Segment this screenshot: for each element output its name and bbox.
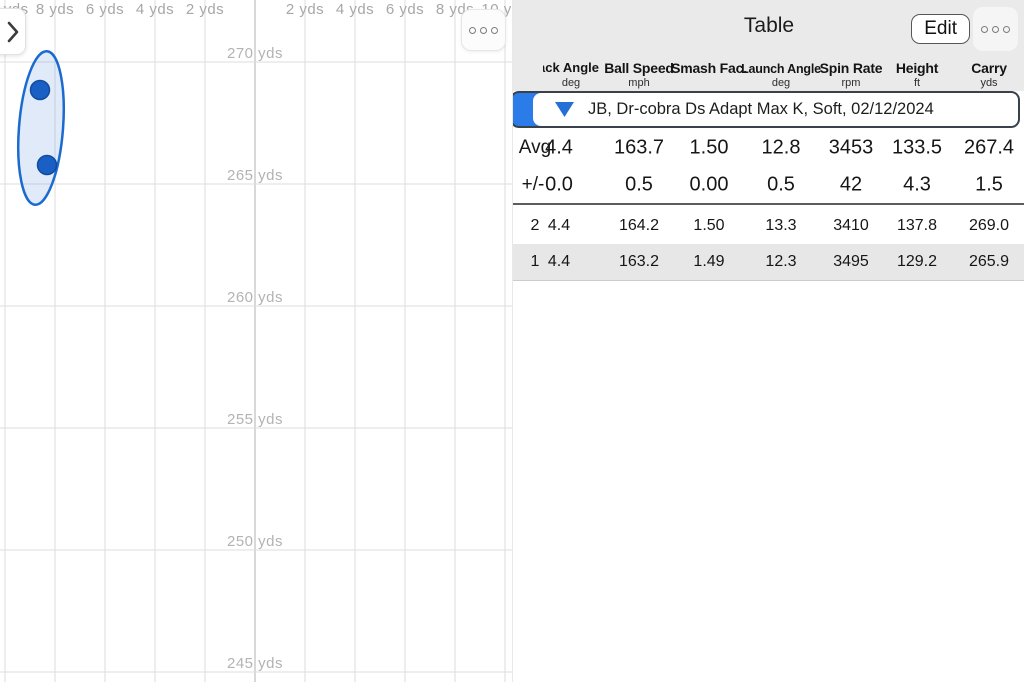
dispersion-chart-canvas — [0, 0, 512, 682]
ellipsis-icon — [1003, 26, 1010, 33]
edit-button[interactable]: Edit — [911, 14, 970, 44]
launch-monitor-app: 10 yds 8 yds 6 yds 4 yds 2 yds 2 yds 4 y… — [0, 0, 1024, 682]
shot-attack-angle: 4.4 — [548, 253, 570, 271]
top-axis-label: 4 yds — [136, 1, 174, 18]
stddev-spin-rate: 42 — [840, 174, 862, 197]
shot-ball-speed: 163.2 — [619, 253, 659, 271]
carry-axis-label: 245 yds — [227, 655, 283, 672]
top-axis-label: 2 yds — [286, 1, 324, 18]
shot-carry: 265.9 — [969, 253, 1009, 271]
stddev-ball-speed: 0.5 — [625, 174, 653, 197]
avg-height: 133.5 — [892, 137, 942, 160]
column-header-smash-factor: Smash Fac. — [671, 60, 747, 76]
carry-axis-label: 250 yds — [227, 533, 283, 550]
shot-height: 137.8 — [897, 217, 937, 235]
carry-axis-label: 265 yds — [227, 167, 283, 184]
session-selector-label: JB, Dr-cobra Ds Adapt Max K, Soft, 02/12… — [588, 100, 934, 119]
dispersion-ellipse — [13, 50, 69, 207]
table-panel: Table Edit Attack Angle deg Ball Speed m… — [512, 0, 1024, 682]
ellipsis-icon — [480, 27, 487, 34]
stddev-launch-angle: 0.5 — [767, 174, 795, 197]
avg-carry: 267.4 — [964, 137, 1014, 160]
chart-options-button[interactable] — [461, 9, 506, 51]
ellipsis-icon — [981, 26, 988, 33]
shot-carry: 269.0 — [969, 217, 1009, 235]
top-axis-label: 6 yds — [86, 1, 124, 18]
column-unit: rpm — [842, 77, 861, 89]
shot-launch-angle: 13.3 — [765, 217, 796, 235]
column-unit: yds — [980, 77, 997, 89]
table-options-button[interactable] — [973, 7, 1018, 51]
avg-spin-rate: 3453 — [829, 137, 874, 160]
table-row-avg: Avg 4.4 163.7 1.50 12.8 3453 133.5 267.4 — [513, 129, 1024, 167]
table-row-shot-2[interactable]: 2 4.4 164.2 1.50 13.3 3410 137.8 269.0 — [513, 207, 1024, 244]
column-unit: mph — [628, 77, 649, 89]
ellipsis-icon — [469, 27, 476, 34]
shot-height: 129.2 — [897, 253, 937, 271]
shot-smash-factor: 1.49 — [693, 253, 724, 271]
column-unit: ft — [914, 77, 920, 89]
top-axis-label: 4 yds — [336, 1, 374, 18]
top-axis-label: 6 yds — [386, 1, 424, 18]
dispersion-chart-panel: 10 yds 8 yds 6 yds 4 yds 2 yds 2 yds 4 y… — [0, 0, 512, 682]
carry-axis-label: 260 yds — [227, 289, 283, 306]
expand-panel-button[interactable] — [0, 8, 26, 55]
shot-ball-speed: 164.2 — [619, 217, 659, 235]
ellipsis-icon — [992, 26, 999, 33]
shot-attack-angle: 4.4 — [548, 217, 570, 235]
shot-spin-rate: 3410 — [833, 217, 869, 235]
shot-number: 1 — [531, 253, 540, 271]
stddev-carry: 1.5 — [975, 174, 1003, 197]
shot-dot-2[interactable] — [31, 81, 50, 100]
shot-dot-1[interactable] — [38, 156, 57, 175]
shot-smash-factor: 1.50 — [693, 217, 724, 235]
stddev-attack-angle: 0.0 — [545, 174, 573, 197]
column-unit: deg — [562, 77, 580, 89]
avg-launch-angle: 12.8 — [762, 137, 801, 160]
avg-attack-angle: 4.4 — [545, 137, 573, 160]
shot-number: 2 — [531, 217, 540, 235]
column-header-ball-speed: Ball Speed — [604, 60, 674, 76]
ellipsis-icon — [491, 27, 498, 34]
top-axis-label: 2 yds — [186, 1, 224, 18]
shot-launch-angle: 12.3 — [765, 253, 796, 271]
column-header-height: Height — [896, 60, 938, 76]
session-selector[interactable]: JB, Dr-cobra Ds Adapt Max K, Soft, 02/12… — [512, 91, 1020, 128]
table-row-shot-1[interactable]: 1 4.4 163.2 1.49 12.3 3495 129.2 265.9 — [513, 244, 1024, 281]
avg-ball-speed: 163.7 — [614, 137, 664, 160]
row-label: +/- — [522, 174, 545, 196]
table-row-stddev: +/- 0.0 0.5 0.00 0.5 42 4.3 1.5 — [513, 167, 1024, 205]
column-header-carry: Carry — [971, 60, 1007, 76]
carry-axis-label: 270 yds — [227, 45, 283, 62]
stddev-height: 4.3 — [903, 174, 931, 197]
chevron-right-icon — [6, 19, 20, 45]
carry-axis-label: 255 yds — [227, 411, 283, 428]
dropdown-triangle-icon — [554, 101, 575, 118]
avg-smash-factor: 1.50 — [690, 137, 729, 160]
column-header-attack-angle: Attack Angle — [543, 60, 599, 77]
column-header-spin-rate: Spin Rate — [820, 60, 883, 76]
top-axis-label: 8 yds — [36, 1, 74, 18]
table-header: Table Edit Attack Angle deg Ball Speed m… — [513, 0, 1024, 91]
column-unit: deg — [772, 77, 790, 89]
shot-spin-rate: 3495 — [833, 253, 869, 271]
stddev-smash-factor: 0.00 — [690, 174, 729, 197]
column-header-launch-angle: Launch Angle — [741, 62, 821, 76]
